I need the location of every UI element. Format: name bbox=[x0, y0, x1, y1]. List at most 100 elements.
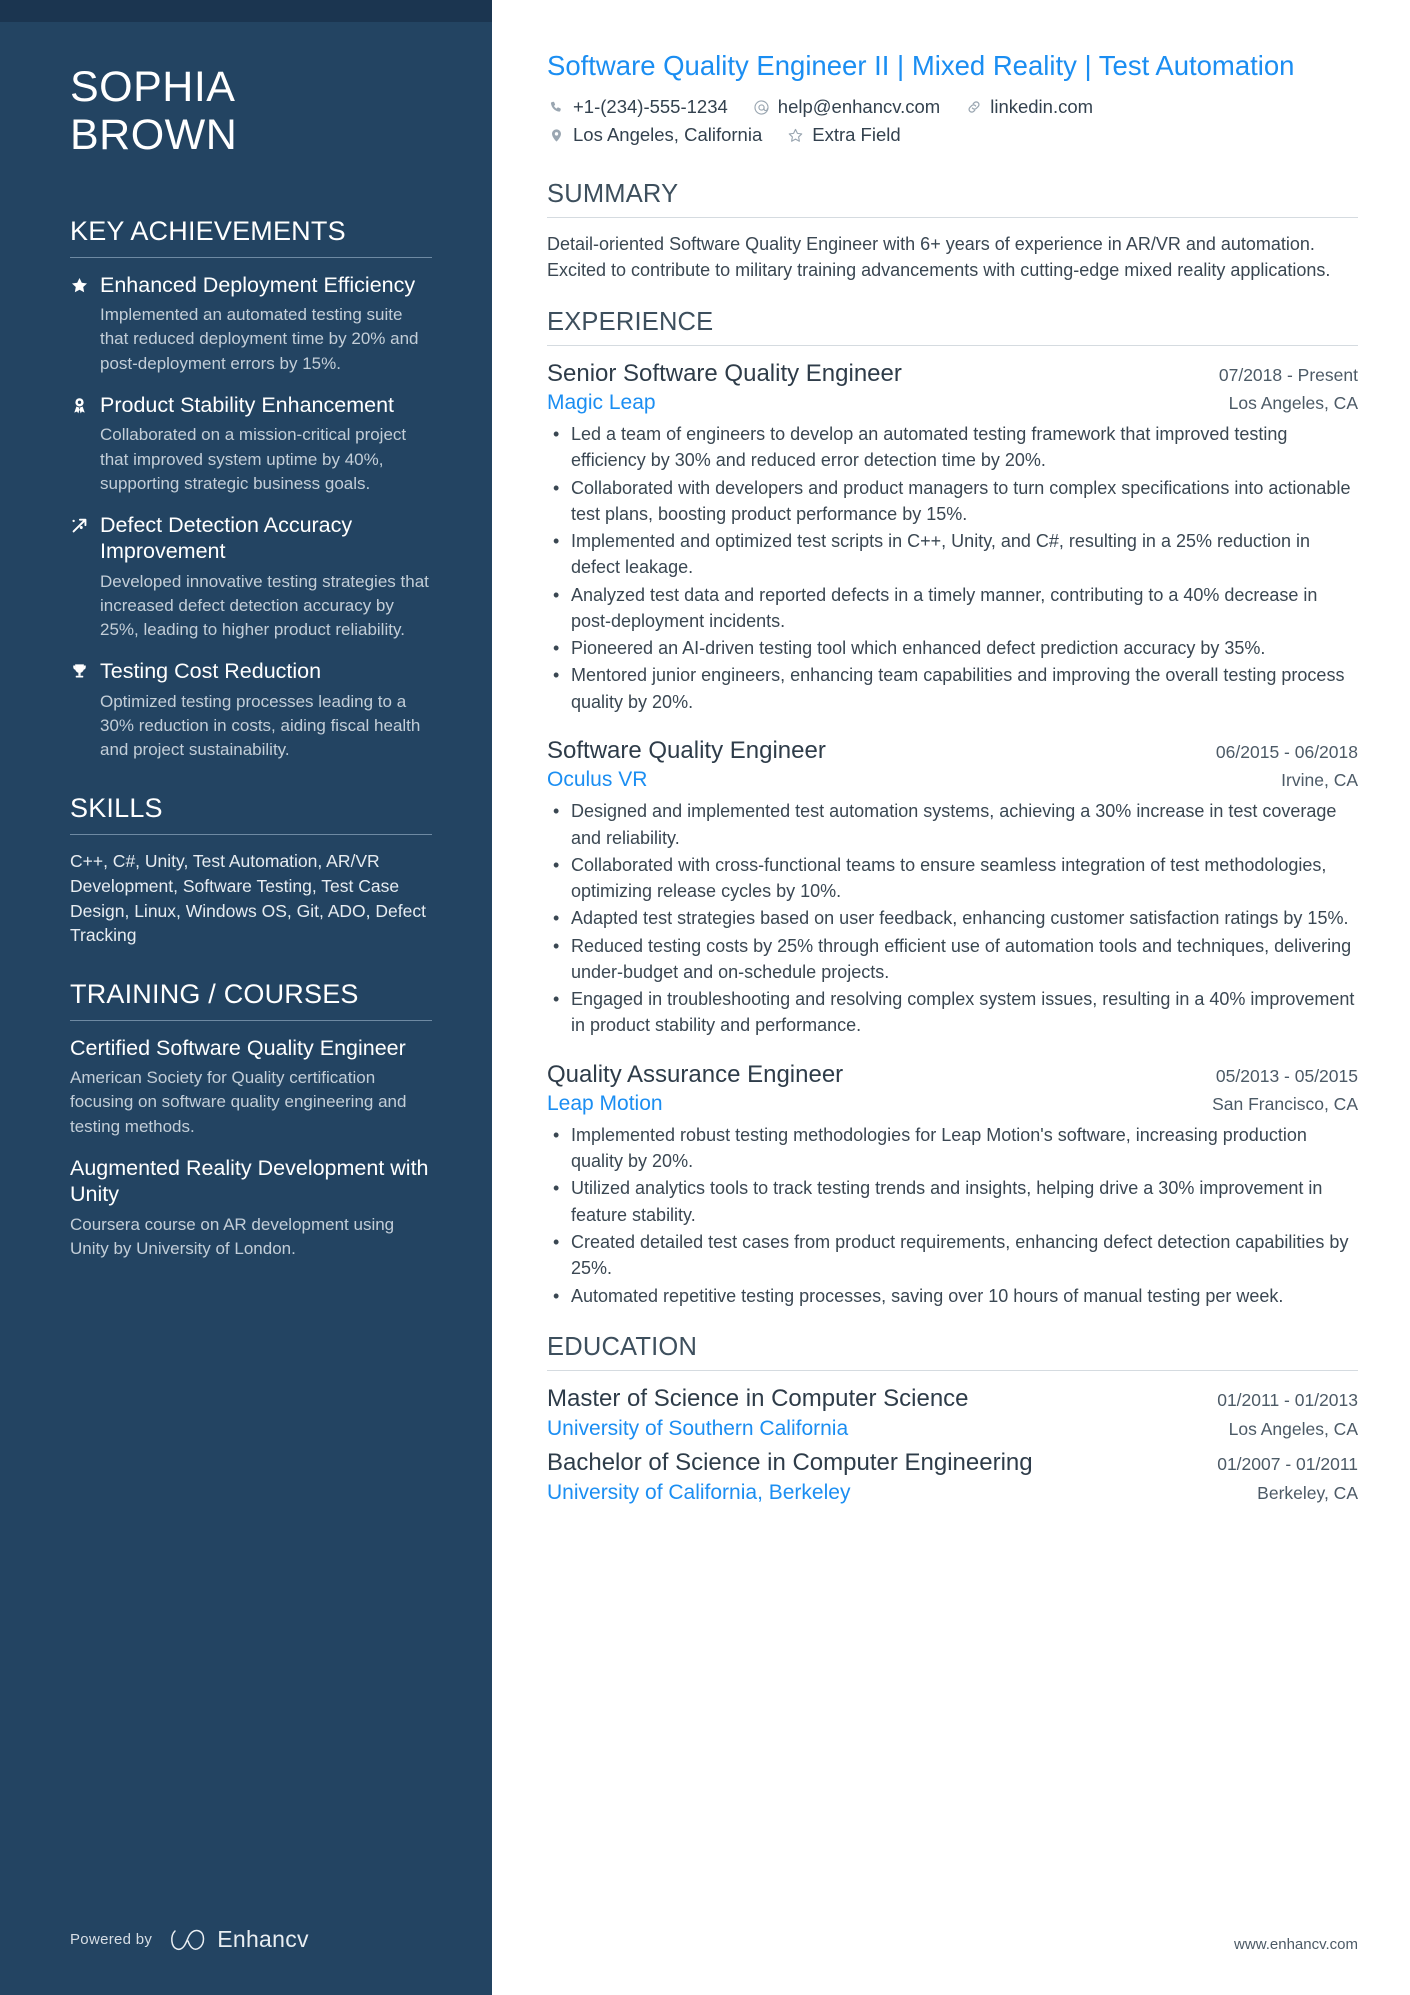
summary-text: Detail-oriented Software Quality Enginee… bbox=[547, 234, 1331, 281]
achievement-description: Collaborated on a mission-critical proje… bbox=[100, 425, 407, 493]
divider bbox=[547, 1369, 1358, 1371]
bullet-dot-icon: • bbox=[553, 908, 560, 929]
bullet-dot-icon: • bbox=[553, 584, 560, 605]
achievement-description: Developed innovative testing strategies … bbox=[100, 572, 429, 640]
course-description: American Society for Quality certificati… bbox=[70, 1068, 407, 1136]
bullet-item: • Utilized analytics tools to track testi… bbox=[553, 1175, 1358, 1228]
education-heading: EDUCATION bbox=[547, 1332, 698, 1361]
experience-entry: Quality Assurance Engineer 05/2013 - 05/… bbox=[547, 1060, 1358, 1309]
bullet-item: • Pioneered an AI-driven testing tool whi… bbox=[553, 635, 1358, 661]
headline: Software Quality Engineer II | Mixed Rea… bbox=[547, 50, 1295, 81]
phone-icon bbox=[547, 98, 566, 117]
job-dates: 07/2018 - Present bbox=[1218, 364, 1358, 385]
section-skills: SKILLS C++, C#, Unity, Test Automation, … bbox=[70, 792, 432, 948]
training-heading: TRAINING / COURSES bbox=[70, 979, 359, 1010]
section-training-courses: TRAINING / COURSES Certified Software Qu… bbox=[70, 978, 432, 1261]
first-name: SOPHIA bbox=[70, 63, 236, 111]
job-title: Software Quality Engineer bbox=[547, 736, 826, 764]
experience-heading: EXPERIENCE bbox=[547, 307, 714, 336]
contact-email[interactable]: help@enhancv.com bbox=[752, 96, 940, 118]
school-location: Los Angeles, CA bbox=[1228, 1418, 1358, 1439]
at-email-icon bbox=[752, 98, 771, 117]
extra-field-text: Extra Field bbox=[812, 124, 901, 146]
divider bbox=[547, 217, 1358, 219]
sidebar-top-strip bbox=[0, 0, 492, 22]
award-ribbon-icon bbox=[70, 392, 100, 496]
bullet-dot-icon: • bbox=[553, 935, 560, 956]
contact-extra-field: Extra Field bbox=[786, 124, 901, 146]
bullet-item: • Led a team of engineers to develop an a… bbox=[553, 421, 1358, 474]
achievement-item: Enhanced Deployment Efficiency Implement… bbox=[70, 272, 432, 376]
course-title: Augmented Reality Development with Unity bbox=[70, 1155, 429, 1207]
powered-by-label: Powered by bbox=[70, 1931, 153, 1948]
footer-website-url: www.enhancv.com bbox=[1234, 1936, 1358, 1953]
trending-up-icon bbox=[70, 512, 100, 643]
company-name[interactable]: Magic Leap bbox=[547, 389, 656, 416]
school-name[interactable]: University of Southern California bbox=[547, 1415, 848, 1442]
job-bullets: • Designed and implemented test automatio… bbox=[547, 798, 1358, 1038]
enhancv-wordmark: Enhancv bbox=[217, 1926, 309, 1952]
company-name[interactable]: Leap Motion bbox=[547, 1090, 663, 1117]
course-item: Certified Software Quality Engineer Amer… bbox=[70, 1035, 432, 1139]
degree-dates: 01/2007 - 01/2011 bbox=[1217, 1454, 1358, 1475]
divider bbox=[547, 344, 1358, 346]
bullet-dot-icon: • bbox=[553, 638, 560, 659]
bullet-dot-icon: • bbox=[553, 665, 560, 686]
section-key-achievements: KEY ACHIEVEMENTS Enhanced Deployment Eff… bbox=[70, 215, 432, 762]
achievement-title: Defect Detection Accuracy Improvement bbox=[100, 512, 353, 564]
course-item: Augmented Reality Development with Unity… bbox=[70, 1155, 432, 1262]
bullet-dot-icon: • bbox=[553, 531, 560, 552]
school-name[interactable]: University of California, Berkeley bbox=[547, 1479, 850, 1506]
achievement-item: Defect Detection Accuracy Improvement De… bbox=[70, 512, 432, 643]
job-location: Irvine, CA bbox=[1281, 769, 1358, 790]
achievement-description: Optimized testing processes leading to a… bbox=[100, 692, 421, 760]
job-bullets: • Implemented robust testing methodologie… bbox=[547, 1122, 1358, 1309]
skills-heading: SKILLS bbox=[70, 793, 163, 824]
bullet-item: • Implemented and optimized test scripts … bbox=[553, 528, 1358, 581]
bullet-item: • Adapted test strategies based on user f… bbox=[553, 905, 1358, 931]
experience-entry: Software Quality Engineer 06/2015 - 06/2… bbox=[547, 736, 1358, 1039]
education-entry: Master of Science in Computer Science 01… bbox=[547, 1384, 1358, 1442]
section-education: EDUCATION Master of Science in Computer … bbox=[547, 1333, 1358, 1507]
bullet-item: • Mentored junior engineers, enhancing te… bbox=[553, 662, 1358, 715]
course-description: Coursera course on AR development using … bbox=[70, 1214, 395, 1259]
bullet-dot-icon: • bbox=[553, 1231, 560, 1252]
experience-entry: Senior Software Quality Engineer 07/2018… bbox=[547, 359, 1358, 715]
bullet-item: • Designed and implemented test automatio… bbox=[553, 798, 1358, 851]
location-text: Los Angeles, California bbox=[573, 124, 763, 146]
contact-row-2: Los Angeles, California Extra Field bbox=[547, 124, 1358, 146]
contact-row-1: +1-(234)-555-1234 help@enhancv.com linke… bbox=[547, 96, 1358, 118]
bullet-item: • Collaborated with developers and produc… bbox=[553, 475, 1358, 528]
sidebar-footer: Powered by Enhancv bbox=[70, 1926, 309, 1953]
achievement-item: Product Stability Enhancement Collaborat… bbox=[70, 392, 432, 496]
achievement-item: Testing Cost Reduction Optimized testing… bbox=[70, 658, 432, 762]
degree-title: Master of Science in Computer Science bbox=[547, 1384, 969, 1412]
bullet-dot-icon: • bbox=[553, 854, 560, 875]
job-title: Senior Software Quality Engineer bbox=[547, 359, 902, 387]
bullet-dot-icon: • bbox=[553, 477, 560, 498]
bullet-dot-icon: • bbox=[553, 989, 560, 1010]
link-icon bbox=[964, 98, 983, 117]
resume-page: SOPHIA BROWN KEY ACHIEVEMENTS Enhanced D… bbox=[0, 0, 1410, 1995]
bullet-dot-icon: • bbox=[553, 1124, 560, 1145]
achievement-title: Product Stability Enhancement bbox=[100, 392, 394, 417]
bullet-dot-icon: • bbox=[553, 1178, 560, 1199]
key-achievements-heading: KEY ACHIEVEMENTS bbox=[70, 216, 346, 247]
job-dates: 06/2015 - 06/2018 bbox=[1215, 741, 1358, 762]
school-location: Berkeley, CA bbox=[1257, 1483, 1358, 1504]
degree-title: Bachelor of Science in Computer Engineer… bbox=[547, 1449, 1033, 1477]
divider bbox=[70, 1019, 432, 1021]
contact-phone[interactable]: +1-(234)-555-1234 bbox=[547, 96, 728, 118]
company-name[interactable]: Oculus VR bbox=[547, 766, 647, 793]
job-dates: 05/2013 - 05/2015 bbox=[1215, 1065, 1358, 1086]
candidate-name: SOPHIA BROWN bbox=[70, 63, 432, 159]
bullet-item: • Analyzed test data and reported defects… bbox=[553, 582, 1358, 635]
achievement-description: Implemented an automated testing suite t… bbox=[100, 305, 419, 373]
contact-linkedin[interactable]: linkedin.com bbox=[964, 96, 1093, 118]
divider bbox=[70, 256, 432, 258]
job-location: Los Angeles, CA bbox=[1228, 392, 1358, 413]
education-entry: Bachelor of Science in Computer Engineer… bbox=[547, 1448, 1358, 1506]
section-experience: EXPERIENCE Senior Software Quality Engin… bbox=[547, 308, 1358, 1309]
bullet-item: • Reduced testing costs by 25% through ef… bbox=[553, 933, 1358, 986]
section-summary: SUMMARY Detail-oriented Software Quality… bbox=[547, 180, 1358, 284]
